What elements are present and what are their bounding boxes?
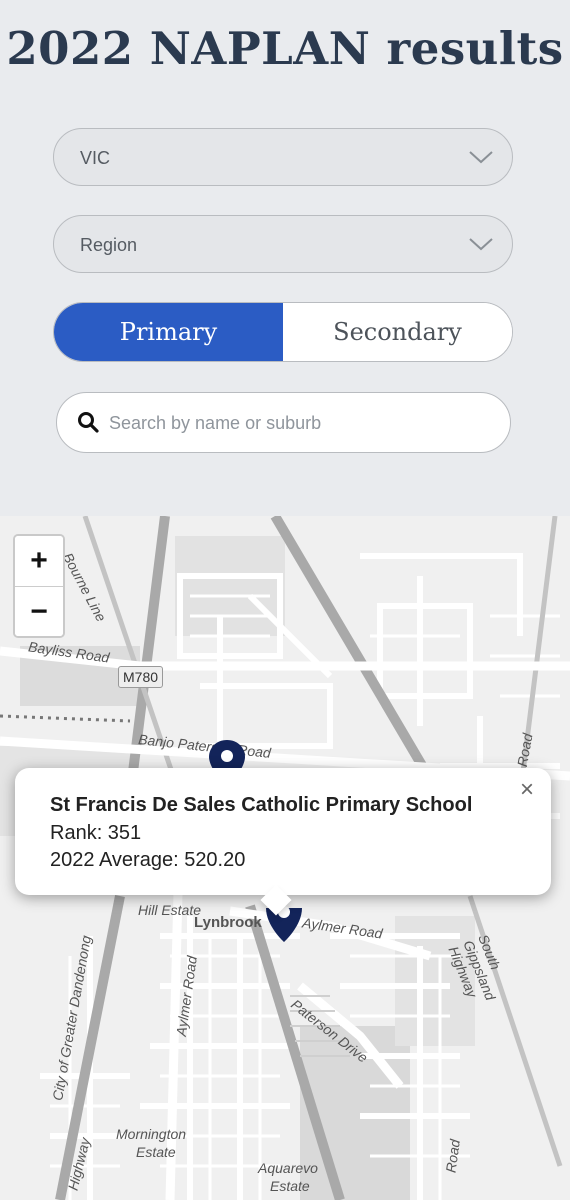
map-label-aquarevo-estate: Estate: [270, 1178, 310, 1194]
map-label-hill-estate: Hill Estate: [138, 902, 202, 918]
map-label-aquarevo: Aquarevo: [258, 1160, 318, 1176]
region-select-value: Region: [80, 235, 138, 255]
zoom-in-button[interactable]: +: [15, 536, 63, 586]
page-title: 2022 NAPLAN results: [6, 22, 564, 75]
region-select[interactable]: Region: [53, 215, 513, 273]
school-rank: Rank: 351: [50, 822, 142, 844]
school-average: 2022 Average: 520.20: [50, 849, 246, 871]
state-select[interactable]: VIC: [53, 128, 513, 186]
map-label-mornington-estate: Estate: [136, 1144, 176, 1160]
map-label-mornington: Mornington: [116, 1126, 187, 1142]
chevron-down-icon: [469, 151, 493, 164]
search-input[interactable]: [107, 408, 491, 438]
map-label-lynbrook: Lynbrook: [194, 914, 262, 931]
state-select-value: VIC: [80, 148, 111, 168]
zoom-out-button[interactable]: −: [15, 586, 63, 636]
close-icon[interactable]: ×: [515, 776, 539, 803]
tab-secondary[interactable]: Secondary: [283, 303, 512, 361]
school-name: St Francis De Sales Catholic Primary Sch…: [50, 794, 473, 816]
map-label-m780: M780: [118, 666, 164, 688]
search-box: [56, 392, 511, 453]
search-icon: [78, 412, 99, 433]
chevron-down-icon: [469, 238, 493, 251]
school-popup: St Francis De Sales Catholic Primary Sch…: [15, 768, 551, 916]
zoom-control: + −: [13, 534, 65, 638]
tab-primary[interactable]: Primary: [54, 303, 283, 361]
school-type-toggle: Primary Secondary: [53, 302, 513, 362]
